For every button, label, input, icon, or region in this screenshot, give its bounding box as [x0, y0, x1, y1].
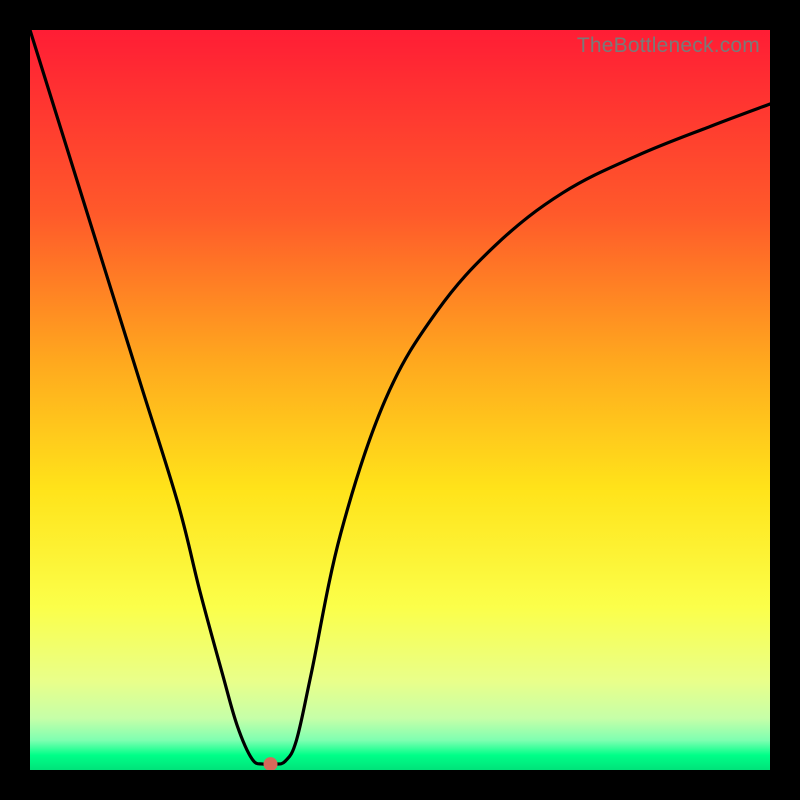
curve-path: [30, 30, 770, 765]
plot-area: TheBottleneck.com: [30, 30, 770, 770]
bottleneck-curve: [30, 30, 770, 770]
minimum-marker: [264, 757, 278, 770]
outer-frame: TheBottleneck.com: [0, 0, 800, 800]
